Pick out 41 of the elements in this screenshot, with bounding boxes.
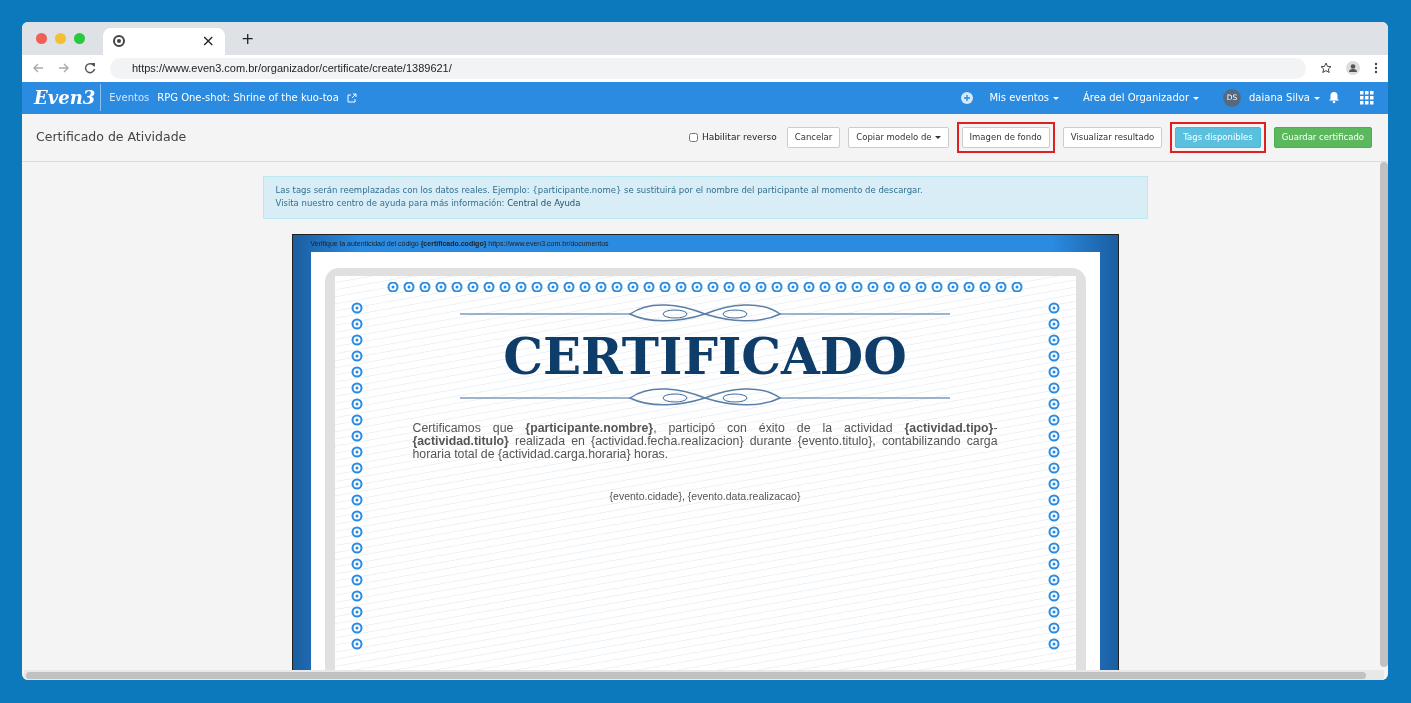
- alert-text: Visita nuestro centro de ayuda para más información:: [275, 198, 505, 209]
- page-title: Certificado de Atividade: [36, 128, 187, 147]
- star-icon[interactable]: [1320, 62, 1332, 75]
- place-date-text: {evento.cidade}, {evento.data.realizacao}: [609, 488, 801, 504]
- close-tab-button[interactable]: ×: [201, 29, 215, 54]
- external-link-icon: [346, 92, 357, 103]
- certificate-text: Certificamos que {participante.nombre}, participó con éxito de la actividad {actividad.tipo}-{actividad.titulo} realizada en {actividad.fecha.realizacion} durante {evento.titulo}, contabilizando carga horaria total de {actividad.carga.horaria} horas.: [412, 422, 998, 461]
- window-control[interactable]: [36, 32, 47, 44]
- apps-grid-icon[interactable]: [1360, 90, 1374, 105]
- event-link[interactable]: RPG One-shot: Shrine of the kuo-toa: [157, 90, 339, 106]
- back-icon[interactable]: [32, 62, 44, 75]
- nav-menu[interactable]: Mis eventos: [989, 90, 1059, 106]
- address-bar[interactable]: https://www.even3.com.br/organizador/certificate/create/1389621/: [110, 57, 1306, 79]
- toolbar-button[interactable]: Visualizar resultado: [1062, 127, 1163, 149]
- profile-icon[interactable]: [1346, 61, 1360, 76]
- caret-icon: [1193, 96, 1199, 100]
- toolbar-button[interactable]: Copiar modelo de: [848, 127, 949, 149]
- caret-icon: [1053, 96, 1059, 100]
- toolbar-button[interactable]: Cancelar: [786, 127, 841, 149]
- scrollbar-thumb[interactable]: [1380, 161, 1388, 667]
- toolbar-button[interactable]: Imagen de fondo: [961, 127, 1050, 149]
- more-icon[interactable]: [1374, 62, 1378, 75]
- certificate-title: CERTIFICADO: [503, 332, 907, 383]
- scrollbar-thumb[interactable]: [26, 671, 1366, 679]
- nav-menu[interactable]: Área del Organizador: [1083, 90, 1199, 106]
- help-link[interactable]: Central de Ayuda: [507, 198, 581, 209]
- alert-text: Las tags serán reemplazadas con los datos reales. Ejemplo: {participante.nome} se sustituirá por el nombre del participante al momento de descargar.: [275, 183, 924, 197]
- browser-tab[interactable]: ×: [103, 27, 225, 55]
- reverse-checkbox[interactable]: [688, 133, 698, 143]
- user-menu[interactable]: daiana Silva: [1249, 90, 1320, 106]
- browser-logo-icon: [113, 35, 125, 48]
- reload-icon[interactable]: [84, 62, 96, 75]
- forward-icon[interactable]: [58, 62, 70, 75]
- caret-icon: [1314, 96, 1320, 100]
- logo[interactable]: Even3: [34, 84, 102, 112]
- checkbox-label[interactable]: Habilitar reverso: [701, 130, 777, 145]
- caret-icon: [934, 136, 941, 140]
- new-tab-button[interactable]: +: [241, 26, 255, 51]
- window-control[interactable]: [74, 32, 85, 44]
- notification-icon[interactable]: [1328, 91, 1340, 105]
- add-icon[interactable]: [961, 91, 974, 104]
